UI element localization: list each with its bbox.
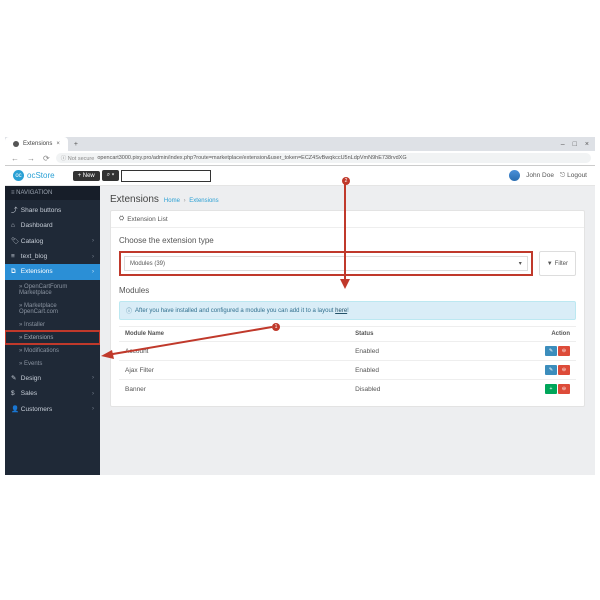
logo[interactable]: oc ocStore (5, 170, 63, 181)
url-text: opencart3000.pixy.pro/admin/index.php?ro… (97, 155, 406, 161)
logout-button[interactable]: ⎋ Logout (560, 172, 587, 180)
sidebar-item-dashboard[interactable]: ⌂ Dashboard (5, 218, 100, 233)
info-alert: ⓘ After you have installed and configure… (119, 301, 576, 320)
annotation-callout-1: 1 (272, 323, 280, 331)
filter-button[interactable]: ▼ Filter (539, 251, 576, 276)
new-button[interactable]: + New (73, 171, 100, 181)
crumb-home[interactable]: Home (164, 198, 180, 204)
search-input[interactable] (121, 170, 211, 182)
sidebar: ≡ NAVIGATION ⤴ Share buttons⌂ Dashboard🏷… (5, 186, 100, 475)
content-area: Extensions Home › Extensions ⛭ Extension… (100, 186, 595, 475)
table-row: BannerDisabled+⊖ (119, 380, 576, 399)
extension-type-select[interactable]: Modules (39) ▾ (124, 256, 528, 271)
th-name: Module Name (119, 327, 349, 342)
logo-icon: oc (13, 170, 24, 181)
crumb-current[interactable]: Extensions (189, 198, 218, 204)
panel-heading: ⛭ Extension List (111, 211, 584, 228)
user-name[interactable]: John Doe (526, 172, 554, 179)
sidebar-item-extensions[interactable]: ⧉ Extensions› (5, 264, 100, 280)
choose-label: Choose the extension type (119, 236, 576, 245)
tab-favicon (13, 141, 19, 147)
edit-button[interactable]: ✎ (545, 365, 557, 375)
app-topbar: oc ocStore + New ⌕ ▾ John Doe ⎋ Logout (5, 166, 595, 186)
browser-tabs: Extensions × + – □ × (5, 137, 595, 151)
install-button[interactable]: + (545, 384, 557, 394)
sidebar-item-sales[interactable]: $ Sales› (5, 386, 100, 401)
sidebar-subitem[interactable]: » Installer (5, 318, 100, 331)
security-badge: ⓘ Not secure (61, 154, 95, 162)
sidebar-subitem[interactable]: » Marketplace OpenCart.com (5, 299, 100, 318)
sidebar-item-design[interactable]: ✎ Design› (5, 370, 100, 386)
extension-type-select-highlight: Modules (39) ▾ (119, 251, 533, 276)
page-title: Extensions (110, 194, 159, 205)
sidebar-item-catalog[interactable]: 🏷 Catalog› (5, 233, 100, 249)
sidebar-item-customers[interactable]: 👤 Customers› (5, 401, 100, 417)
sidebar-subitem[interactable]: » Extensions (5, 331, 100, 344)
close-icon[interactable]: × (56, 141, 60, 147)
avatar[interactable] (509, 170, 520, 181)
sidebar-subitem[interactable]: » OpenCartForum Marketplace (5, 280, 100, 299)
table-row: AccountEnabled✎⊖ (119, 342, 576, 361)
edit-button[interactable]: ✎ (545, 346, 557, 356)
sidebar-item-text_blog[interactable]: ≡ text_blog› (5, 249, 100, 264)
sidebar-heading: ≡ NAVIGATION (5, 186, 100, 200)
new-tab-button[interactable]: + (68, 141, 84, 148)
sidebar-item-share-buttons[interactable]: ⤴ Share buttons (5, 200, 100, 218)
forward-button[interactable]: → (25, 154, 37, 163)
annotation-callout-2: 2 (342, 177, 350, 185)
th-action: Action (409, 327, 576, 342)
modules-table: Module Name Status Action AccountEnabled… (119, 326, 576, 398)
minimize-icon[interactable]: – (561, 141, 565, 148)
maximize-icon[interactable]: □ (573, 141, 577, 148)
address-bar[interactable]: ⓘ Not secure opencart3000.pixy.pro/admin… (56, 153, 591, 163)
chevron-down-icon: ▾ (519, 260, 522, 267)
reload-button[interactable]: ⟳ (41, 154, 52, 163)
browser-tab[interactable]: Extensions × (5, 137, 68, 151)
sidebar-subitem[interactable]: » Modifications (5, 344, 100, 357)
delete-button[interactable]: ⊖ (558, 384, 570, 394)
window-close-icon[interactable]: × (585, 141, 589, 148)
th-status: Status (349, 327, 409, 342)
breadcrumb: Home › Extensions (164, 198, 219, 204)
tab-title: Extensions (23, 141, 52, 147)
search-toggle[interactable]: ⌕ ▾ (102, 170, 120, 181)
table-row: Ajax FilterEnabled✎⊖ (119, 361, 576, 380)
delete-button[interactable]: ⊖ (558, 346, 570, 356)
sidebar-subitem[interactable]: » Events (5, 357, 100, 370)
back-button[interactable]: ← (9, 154, 21, 163)
modules-heading: Modules (119, 286, 576, 295)
delete-button[interactable]: ⊖ (558, 365, 570, 375)
info-icon: ⓘ (126, 306, 132, 315)
logo-text: ocStore (27, 171, 55, 180)
alert-link[interactable]: here (335, 308, 347, 314)
